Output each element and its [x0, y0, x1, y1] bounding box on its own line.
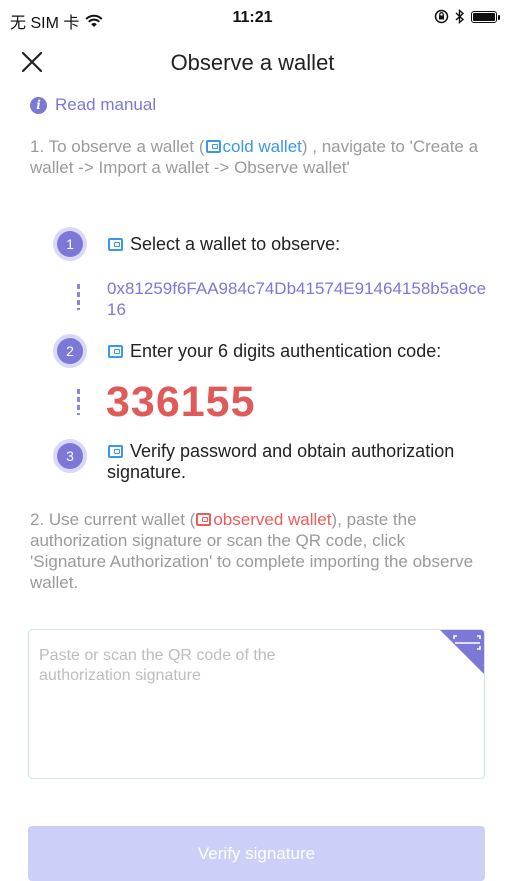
- step-1: Select a wallet to observe:: [107, 234, 340, 255]
- signature-input[interactable]: Paste or scan the QR code of the authori…: [28, 629, 485, 779]
- wallet-icon: [108, 238, 123, 251]
- close-icon: [21, 51, 43, 73]
- step-connector: [77, 389, 80, 415]
- close-button[interactable]: [16, 46, 48, 78]
- step-3-number: 3: [57, 443, 83, 469]
- scan-qr-icon: [440, 630, 484, 674]
- wallet-icon: [205, 140, 221, 153]
- info-icon: i: [30, 96, 47, 114]
- instruction-2: 2. Use current wallet (observed wallet),…: [30, 509, 480, 593]
- instruction-1-prefix: 1. To observe a wallet (: [30, 137, 205, 156]
- rotation-lock-icon: [434, 9, 449, 24]
- wallet-icon: [196, 513, 212, 526]
- wallet-address: 0x81259f6FAA984c74Db41574E91464158b5a9ce…: [107, 279, 487, 319]
- page-title: Observe a wallet: [170, 50, 335, 75]
- read-manual-label: Read manual: [55, 95, 157, 114]
- read-manual-link[interactable]: i Read manual: [30, 95, 156, 115]
- instruction-2-prefix: 2. Use current wallet (: [30, 510, 196, 529]
- nav-bar: Observe a wallet: [0, 40, 505, 88]
- status-right: [434, 9, 500, 24]
- cold-wallet-tag: cold wallet: [222, 137, 302, 156]
- step-3: Verify password and obtain authorization…: [107, 441, 467, 483]
- verify-signature-button[interactable]: Verify signature: [28, 826, 485, 881]
- status-bar: 无 SIM 卡 11:21: [0, 0, 505, 36]
- bluetooth-icon: [455, 9, 465, 24]
- battery-icon: [471, 10, 500, 23]
- step-1-text: Select a wallet to observe:: [130, 234, 341, 254]
- status-time: 11:21: [232, 9, 273, 26]
- step-2-text: Enter your 6 digits authentication code:: [130, 341, 442, 361]
- step-2: Enter your 6 digits authentication code:: [107, 341, 441, 362]
- step-3-text: Verify password and obtain authorization…: [107, 441, 455, 482]
- wallet-icon: [108, 345, 123, 358]
- instruction-1: 1. To observe a wallet (cold wallet) , n…: [30, 136, 480, 178]
- step-connector: [77, 284, 80, 310]
- signature-placeholder: Paste or scan the QR code of the authori…: [39, 647, 276, 684]
- step-1-number: 1: [57, 231, 83, 257]
- wallet-icon: [108, 445, 123, 458]
- observed-wallet-tag: observed wallet: [213, 510, 332, 529]
- scan-qr-button[interactable]: [440, 630, 484, 674]
- step-2-number: 2: [57, 338, 83, 364]
- authentication-code: 336155: [106, 378, 256, 426]
